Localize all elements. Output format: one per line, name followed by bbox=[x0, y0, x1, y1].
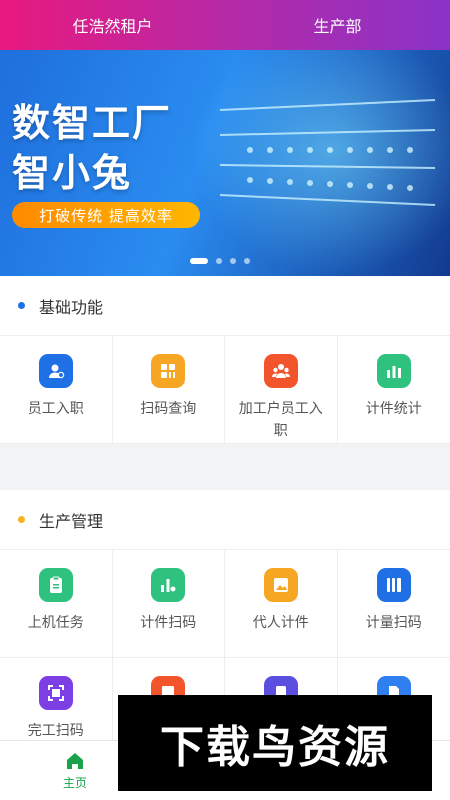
chart-scan-icon bbox=[151, 568, 186, 602]
clipboard-icon bbox=[38, 568, 73, 602]
watermark: 下载鸟资源 bbox=[118, 695, 432, 791]
user-add-icon bbox=[38, 354, 73, 388]
item-employee-onboard[interactable]: 员工入职 bbox=[0, 336, 113, 444]
group-icon bbox=[263, 354, 298, 388]
section-title: 基础功能 bbox=[39, 297, 104, 317]
section-header: 生产管理 bbox=[0, 490, 450, 550]
carousel-dot[interactable] bbox=[216, 258, 222, 264]
banner-tagline: 打破传统 提高效率 bbox=[12, 202, 200, 228]
section-header: 基础功能 bbox=[0, 276, 450, 336]
item-measure-scan[interactable]: 计量扫码 bbox=[337, 550, 450, 658]
item-label: 计件扫码 bbox=[140, 615, 197, 631]
tab-label: 主页 bbox=[62, 776, 87, 790]
top-bar: 任浩然租户 生产部 bbox=[0, 0, 450, 50]
item-piece-statistics[interactable]: 计件统计 bbox=[337, 336, 450, 444]
promo-banner[interactable]: 数智工厂 智小兔 打破传统 提高效率 bbox=[0, 50, 450, 276]
item-label: 扫码查询 bbox=[140, 401, 197, 417]
grid-icon bbox=[151, 354, 186, 388]
carousel-dot[interactable] bbox=[230, 258, 236, 264]
function-grid: 员工入职 扫码查询 加工户员工入职 计件统计 bbox=[0, 336, 450, 444]
item-label: 计量扫码 bbox=[365, 615, 422, 631]
item-proxy-piece[interactable]: 代人计件 bbox=[225, 550, 338, 658]
item-processor-employee-onboard[interactable]: 加工户员工入职 bbox=[225, 336, 338, 444]
item-label: 上机任务 bbox=[27, 615, 84, 631]
banner-title: 数智工厂 bbox=[12, 101, 173, 145]
factory-machines-illustration bbox=[219, 99, 436, 206]
tenant-name[interactable]: 任浩然租户 bbox=[0, 13, 225, 37]
item-label: 代人计件 bbox=[252, 615, 309, 631]
item-label: 计件统计 bbox=[365, 401, 422, 417]
section-title: 生产管理 bbox=[39, 511, 104, 531]
bar-chart-icon bbox=[376, 354, 411, 388]
item-piece-scan[interactable]: 计件扫码 bbox=[112, 550, 225, 658]
carousel-dots[interactable] bbox=[190, 258, 250, 264]
carousel-dot[interactable] bbox=[190, 258, 208, 264]
item-label: 加工户员工入职 bbox=[238, 401, 323, 439]
home-icon bbox=[67, 753, 83, 769]
section-dot bbox=[18, 516, 25, 523]
item-label: 完工扫码 bbox=[27, 723, 84, 739]
image-icon bbox=[263, 568, 298, 602]
item-scan-query[interactable]: 扫码查询 bbox=[112, 336, 225, 444]
section-basic-functions: 基础功能 员工入职 扫码查询 加工户员工入职 计件统计 bbox=[0, 276, 450, 444]
department-name[interactable]: 生产部 bbox=[225, 13, 450, 37]
banner-subtitle: 智小兔 bbox=[12, 151, 133, 195]
scan-icon bbox=[38, 676, 73, 710]
watermark-text: 下载鸟资源 bbox=[160, 722, 390, 773]
carousel-dot[interactable] bbox=[244, 258, 250, 264]
item-machine-task[interactable]: 上机任务 bbox=[0, 550, 113, 658]
books-icon bbox=[376, 568, 411, 602]
section-dot bbox=[18, 302, 25, 309]
item-label: 员工入职 bbox=[27, 401, 84, 417]
